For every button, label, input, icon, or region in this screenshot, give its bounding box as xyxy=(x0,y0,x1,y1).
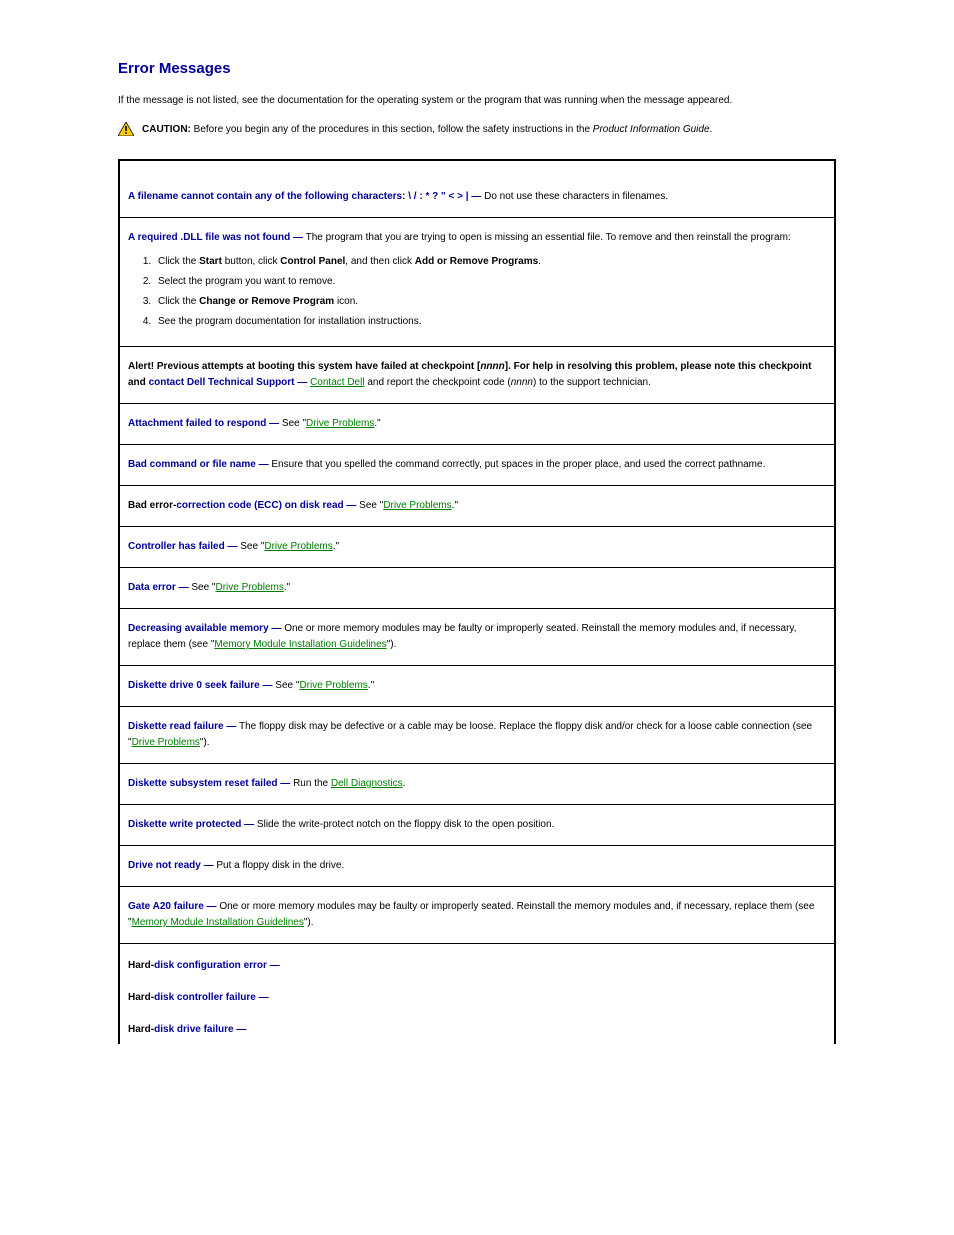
table-row: Decreasing available memory — One or mor… xyxy=(120,609,834,666)
table-row: Controller has failed — See "Drive Probl… xyxy=(120,527,834,568)
error-body: ) to the support technician. xyxy=(533,377,651,388)
link-drive-problems[interactable]: Drive Problems xyxy=(132,737,200,748)
error-title: Gate A20 failure — xyxy=(128,901,217,912)
error-ital: nnnn xyxy=(511,377,533,388)
caution-ital: Product Information Guide xyxy=(593,124,710,135)
error-table: A filename cannot contain any of the fol… xyxy=(118,159,836,1044)
table-row: Drive not ready — Put a floppy disk in t… xyxy=(120,846,834,887)
table-row: Diskette read failure — The floppy disk … xyxy=(120,707,834,764)
error-title: Decreasing available memory — xyxy=(128,623,281,634)
error-prefix: Alert! Previous attempts at booting this… xyxy=(128,361,480,372)
error-title: Diskette write protected — xyxy=(128,819,254,830)
table-row: Hard-disk controller failure — xyxy=(120,980,834,1012)
error-prefix-ital: nnnn xyxy=(480,361,504,372)
error-title: Bad command or file name — xyxy=(128,459,269,470)
error-body: Run the xyxy=(290,778,331,789)
error-title: A filename cannot contain any of the fol… xyxy=(128,191,481,202)
error-title: Diskette read failure — xyxy=(128,721,236,732)
error-body: and report the checkpoint code ( xyxy=(365,377,511,388)
error-title: contact Dell Technical Support — xyxy=(149,377,308,388)
table-row: Hard-disk configuration error — xyxy=(120,944,834,980)
error-body: Slide the write-protect notch on the flo… xyxy=(254,819,554,830)
link-drive-problems[interactable]: Drive Problems xyxy=(306,418,374,429)
error-title: disk configuration error — xyxy=(154,960,280,971)
error-body: "). xyxy=(387,639,397,650)
error-body: "). xyxy=(200,737,210,748)
caution-label: CAUTION: xyxy=(142,124,191,135)
error-title: A required .DLL file was not found — xyxy=(128,232,303,243)
error-prefix: Bad error- xyxy=(128,500,176,511)
intro-text: If the message is not listed, see the do… xyxy=(118,93,836,108)
error-prefix: Hard- xyxy=(128,1024,154,1035)
caution-body-2: . xyxy=(710,124,713,135)
table-row: Diskette subsystem reset failed — Run th… xyxy=(120,764,834,805)
link-drive-problems[interactable]: Drive Problems xyxy=(215,582,283,593)
link-drive-problems[interactable]: Drive Problems xyxy=(383,500,451,511)
error-body: Do not use these characters in filenames… xyxy=(481,191,668,202)
table-row: Hard-disk drive failure — xyxy=(120,1012,834,1044)
table-row: Gate A20 failure — One or more memory mo… xyxy=(120,887,834,944)
error-body: See " xyxy=(189,582,216,593)
error-body: ." xyxy=(368,680,374,691)
table-row: Alert! Previous attempts at booting this… xyxy=(120,347,834,404)
link-contact-dell[interactable]: Contact Dell xyxy=(310,377,364,388)
error-body: See " xyxy=(279,418,306,429)
caution-body-1: Before you begin any of the procedures i… xyxy=(194,124,593,135)
error-body: See " xyxy=(237,541,264,552)
section-heading: Error Messages xyxy=(118,60,836,77)
error-body: See " xyxy=(273,680,300,691)
table-row: Attachment failed to respond — See "Driv… xyxy=(120,404,834,445)
error-title: Drive not ready — xyxy=(128,860,214,871)
table-row: Bad error-correction code (ECC) on disk … xyxy=(120,486,834,527)
error-body: ." xyxy=(333,541,339,552)
error-body: ." xyxy=(284,582,290,593)
link-drive-problems[interactable]: Drive Problems xyxy=(299,680,367,691)
error-title: Diskette drive 0 seek failure — xyxy=(128,680,273,691)
list-item: See the program documentation for instal… xyxy=(154,314,826,330)
table-row: Diskette drive 0 seek failure — See "Dri… xyxy=(120,666,834,707)
link-memory-guidelines[interactable]: Memory Module Installation Guidelines xyxy=(132,917,304,928)
table-row: Diskette write protected — Slide the wri… xyxy=(120,805,834,846)
error-prefix: Hard- xyxy=(128,960,154,971)
error-body: . xyxy=(403,778,406,789)
caution-icon xyxy=(118,122,134,136)
link-memory-guidelines[interactable]: Memory Module Installation Guidelines xyxy=(214,639,386,650)
error-body: See " xyxy=(356,500,383,511)
error-body: "). xyxy=(304,917,314,928)
table-row: Bad command or file name — Ensure that y… xyxy=(120,445,834,486)
link-dell-diagnostics[interactable]: Dell Diagnostics xyxy=(331,778,403,789)
step-list: Click the Start button, click Control Pa… xyxy=(128,254,826,330)
table-row: A required .DLL file was not found — The… xyxy=(120,218,834,347)
table-row: A filename cannot contain any of the fol… xyxy=(120,161,834,218)
list-item: Click the Change or Remove Program icon. xyxy=(154,294,826,310)
error-title: Diskette subsystem reset failed — xyxy=(128,778,290,789)
error-title: disk controller failure — xyxy=(154,992,268,1003)
error-title: disk drive failure — xyxy=(154,1024,246,1035)
error-body: Ensure that you spelled the command corr… xyxy=(269,459,766,470)
error-body: ." xyxy=(452,500,458,511)
caution-block: CAUTION: Before you begin any of the pro… xyxy=(118,122,836,137)
error-body: Put a floppy disk in the drive. xyxy=(214,860,345,871)
table-row: Data error — See "Drive Problems." xyxy=(120,568,834,609)
list-item: Click the Start button, click Control Pa… xyxy=(154,254,826,270)
error-body: ." xyxy=(374,418,380,429)
link-drive-problems[interactable]: Drive Problems xyxy=(264,541,332,552)
error-title: Controller has failed — xyxy=(128,541,237,552)
caution-text: CAUTION: Before you begin any of the pro… xyxy=(142,122,712,137)
error-body: The program that you are trying to open … xyxy=(303,232,791,243)
error-title: Data error — xyxy=(128,582,189,593)
error-title: Attachment failed to respond — xyxy=(128,418,279,429)
error-prefix: Hard- xyxy=(128,992,154,1003)
error-title: correction code (ECC) on disk read — xyxy=(176,500,356,511)
list-item: Select the program you want to remove. xyxy=(154,274,826,290)
